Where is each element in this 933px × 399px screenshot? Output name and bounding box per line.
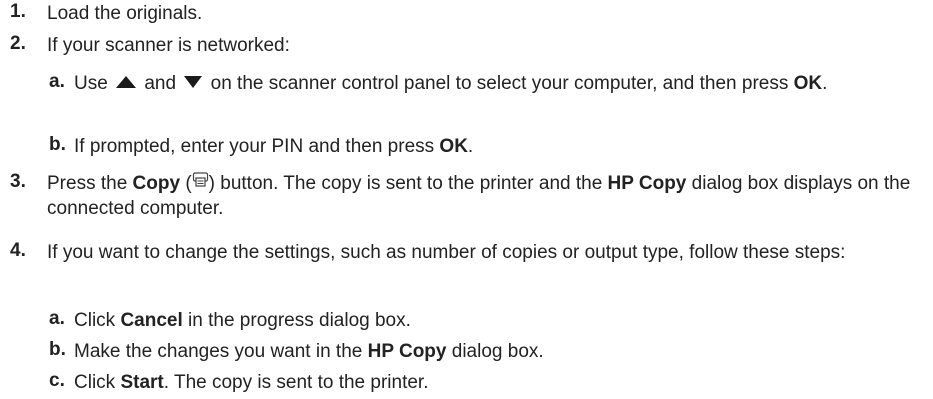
- substep-text: Use and on the scanner control panel to …: [74, 71, 924, 96]
- substep-letter: c.: [49, 370, 65, 391]
- substep-text: If prompted, enter your PIN and then pre…: [74, 136, 474, 157]
- down-arrow-icon: [184, 70, 203, 95]
- up-arrow-icon: [116, 70, 137, 95]
- copy-button-icon: [192, 169, 209, 194]
- step-text: If you want to change the settings, such…: [47, 242, 846, 263]
- substep-letter: b.: [49, 339, 66, 360]
- step-number: 3.: [10, 171, 26, 192]
- step-number: 2.: [10, 33, 26, 54]
- step-number: 1.: [10, 1, 26, 22]
- substep-letter: b.: [49, 134, 66, 155]
- step-number: 4.: [10, 240, 26, 261]
- substep-text: Click Cancel in the progress dialog box.: [74, 310, 411, 331]
- step-text: If your scanner is networked:: [47, 35, 290, 56]
- substep-letter: a.: [49, 308, 65, 329]
- substep-text: Click Start. The copy is sent to the pri…: [74, 372, 429, 393]
- substep-text: Make the changes you want in the HP Copy…: [74, 341, 544, 362]
- step-text: Load the originals.: [47, 3, 203, 24]
- substep-letter: a.: [49, 71, 65, 92]
- step-text: Press the Copy () button. The copy is se…: [47, 171, 927, 221]
